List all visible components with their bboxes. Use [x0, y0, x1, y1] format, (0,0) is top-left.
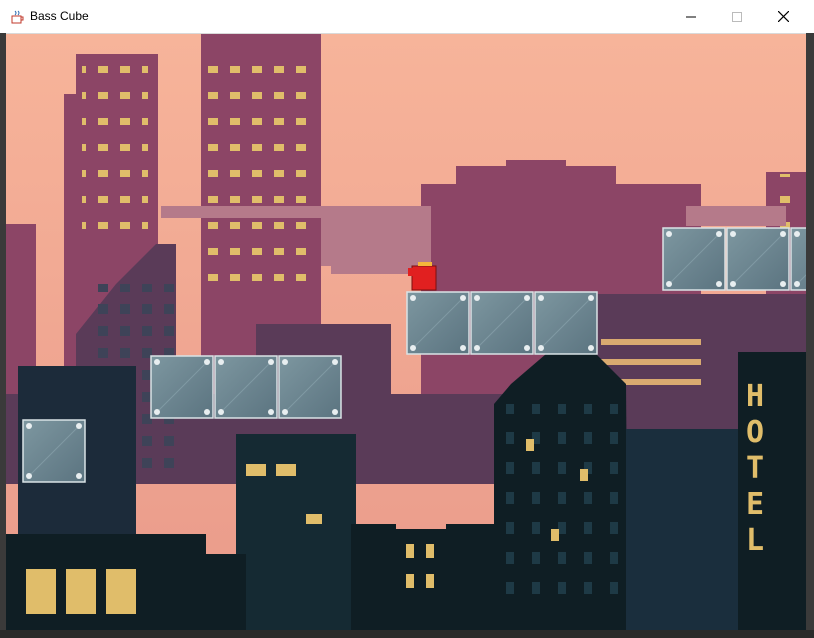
metal-platform-tile [22, 419, 86, 483]
platform-stack-2 [150, 355, 342, 419]
metal-platform-tile [790, 227, 806, 291]
metal-platform-tile [662, 227, 726, 291]
hotel-sign-letter: H [746, 379, 764, 414]
minimize-icon [686, 16, 696, 17]
metal-platform-tile [406, 291, 470, 355]
window-title: Bass Cube [30, 9, 89, 23]
hotel-sign-letter: O [746, 415, 764, 450]
red-cube-player[interactable] [408, 262, 437, 291]
window-border-right [806, 33, 814, 638]
java-cup-icon [11, 10, 24, 24]
platform-stack-1 [22, 419, 86, 483]
hotel-sign-letter: E [746, 487, 764, 522]
metal-platform-tile [150, 355, 214, 419]
platform-stack-3 [406, 291, 598, 355]
platform-stack-4 [662, 227, 806, 291]
near-windows [506, 404, 626, 604]
metal-platform-tile [534, 291, 598, 355]
close-icon [777, 11, 789, 22]
metal-platform-tile [214, 355, 278, 419]
hotel-sign-letter: T [746, 451, 764, 486]
minimize-button[interactable] [668, 0, 714, 33]
hotel-sign: H O T E L [746, 379, 764, 558]
title-bar[interactable]: Bass Cube [0, 0, 814, 34]
game-canvas[interactable]: H O T E L [6, 34, 806, 630]
maximize-button[interactable] [714, 0, 760, 33]
hotel-sign-letter: L [746, 523, 764, 558]
game-window: Bass Cube H O T E L [0, 0, 814, 638]
metal-platform-tile [278, 355, 342, 419]
game-scene: H O T E L [6, 34, 806, 630]
metal-platform-tile [726, 227, 790, 291]
window-border-bottom [0, 630, 814, 638]
maximize-icon [732, 11, 742, 22]
close-button[interactable] [760, 0, 806, 33]
metal-platform-tile [470, 291, 534, 355]
